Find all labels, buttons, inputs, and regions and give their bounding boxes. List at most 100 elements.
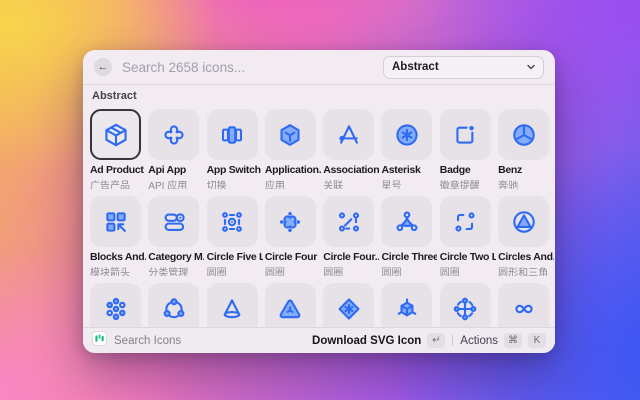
download-svg-label: Download SVG Icon	[312, 334, 422, 347]
icon-grid: Ad Product 广告产品 Api App API 应用 App Switch 切换 A…	[90, 109, 554, 327]
icon-label-en: Association	[323, 164, 380, 176]
icon-tile-circles-and-triangle[interactable]	[498, 196, 550, 247]
icon-cell: Circle Four... 圆圈	[323, 196, 379, 276]
icon-cell: Circle Two L... 圆圈	[439, 196, 496, 276]
circle-four-line-icon	[338, 211, 359, 232]
window-header: ← Abstract	[83, 50, 555, 84]
icon-tile-circle-three[interactable]	[381, 196, 433, 247]
icon-tile-triangle-attention[interactable]	[264, 283, 316, 327]
circle-four-icon	[280, 211, 301, 232]
search-input[interactable]	[122, 59, 373, 75]
icon-label-zh: 圆形和三角	[498, 268, 549, 276]
k-keycap: K	[528, 333, 546, 348]
command-keycap: ⌘	[504, 333, 522, 348]
icon-cell: Circle Four 圆圈	[264, 196, 317, 276]
icon-tile-circle-two-line[interactable]	[439, 196, 491, 247]
icon-label-en: App Switch	[206, 164, 261, 176]
icon-cell: Circle Three 圆圈	[381, 196, 437, 276]
chevron-down-icon	[527, 64, 535, 70]
actions-button[interactable]: Actions ⌘ K	[460, 333, 546, 348]
icon-tile-circle-five-line[interactable]	[206, 196, 258, 247]
results-area: Abstract Ad Product 广告产品 Api App API 应用 App …	[83, 85, 555, 327]
icon-tile-association[interactable]	[323, 109, 375, 160]
icon-label-en: Circle Two L...	[439, 251, 496, 263]
category-dropdown-value: Abstract	[392, 61, 439, 73]
icon-cell: Api App API 应用	[148, 109, 200, 189]
icon-cell	[439, 283, 491, 327]
icon-label-zh: 圆圈	[381, 268, 402, 276]
category-management-icon	[164, 212, 185, 231]
diamond-asterisk-icon	[338, 298, 360, 319]
icon-label-zh: 关联	[323, 181, 344, 189]
infinity-icon	[515, 304, 533, 313]
api-app-icon	[164, 125, 184, 144]
icon-tile-app-switch[interactable]	[206, 109, 258, 160]
icon-cell	[264, 283, 316, 327]
icon-tile-cone[interactable]	[206, 283, 258, 327]
icon-tile-asterisk[interactable]	[381, 109, 433, 160]
icon-label-zh: 圆圈	[264, 268, 285, 276]
icon-cell: Ad Product 广告产品	[90, 109, 144, 189]
icon-label-en: Circle Four	[264, 251, 318, 263]
icon-label-en: Badge	[439, 164, 471, 176]
cross-dots-icon	[453, 297, 477, 320]
icon-label-en: Category M...	[148, 251, 205, 263]
icon-label-zh: API 应用	[148, 181, 188, 189]
icon-cell: Badge 徽章提醒	[439, 109, 491, 189]
circle-three-icon	[396, 211, 418, 231]
icon-label-en: Circle Three	[381, 251, 438, 263]
icon-cell	[381, 283, 433, 327]
icon-label-zh: 分类管理	[148, 268, 189, 276]
triangle-attention-icon	[280, 299, 301, 318]
back-button[interactable]: ←	[94, 58, 112, 76]
icon-label-zh: 切换	[206, 181, 227, 189]
icon-tile-benz[interactable]	[498, 109, 550, 160]
icon-cell	[206, 283, 258, 327]
icon-tile-dots-seven[interactable]	[90, 283, 141, 327]
icon-label-zh: 应用	[264, 181, 285, 189]
icon-tile-cross-dots[interactable]	[439, 283, 491, 327]
icon-cell	[498, 283, 550, 327]
icon-label-zh: 奔驰	[498, 181, 519, 189]
icon-tile-badge[interactable]	[439, 109, 491, 160]
cone-icon	[223, 298, 241, 318]
icon-cell	[148, 283, 200, 327]
icon-cell	[90, 283, 141, 327]
icon-tile-share-three[interactable]	[148, 283, 200, 327]
footer-divider	[452, 335, 454, 346]
icon-label-zh: 圆圈	[323, 268, 344, 276]
benz-icon	[512, 123, 535, 146]
icon-label-en: Benz	[498, 164, 522, 176]
category-dropdown[interactable]: Abstract	[383, 55, 544, 79]
icon-label-en: Application...	[264, 164, 321, 176]
icon-tile-circle-four[interactable]	[264, 196, 316, 247]
icon-label-en: Api App	[148, 164, 187, 176]
icon-tile-blocks-and-arrows[interactable]	[90, 196, 141, 247]
icon-tile-api-app[interactable]	[148, 109, 200, 160]
circle-two-line-icon	[455, 211, 475, 232]
circles-and-triangle-icon	[512, 210, 535, 233]
download-svg-button[interactable]: Download SVG Icon ↵	[312, 333, 446, 348]
asterisk-icon	[396, 123, 418, 146]
icon-search-window: ← Abstract Abstract Ad Product 广告产品 Api Ap…	[83, 50, 555, 353]
footer-bar: Search Icons Download SVG Icon ↵ Actions…	[83, 327, 555, 353]
blocks-and-arrows-icon	[105, 211, 126, 232]
icon-cell: Blocks And... 模块箭头	[90, 196, 146, 276]
icon-label-zh: 徽章提醒	[439, 181, 480, 189]
icon-tile-infinity[interactable]	[498, 283, 550, 327]
app-logo-icon	[92, 330, 107, 351]
icon-tile-category-management[interactable]	[148, 196, 200, 247]
icon-cell: Benz 奔驰	[498, 109, 550, 189]
icon-tile-ad-product[interactable]	[90, 109, 141, 160]
actions-label: Actions	[460, 334, 498, 347]
footer-brand: Search Icons	[92, 330, 181, 351]
association-icon	[339, 124, 358, 144]
circle-five-line-icon	[222, 211, 243, 232]
icon-tile-application[interactable]	[264, 109, 316, 160]
icon-tile-cube-rays[interactable]	[381, 283, 433, 327]
icon-label-zh: 广告产品	[90, 181, 130, 189]
icon-tile-circle-four-line[interactable]	[323, 196, 375, 247]
dots-seven-icon	[105, 297, 126, 320]
icon-tile-diamond-asterisk[interactable]	[323, 283, 375, 327]
icon-label-en: Circles And...	[498, 251, 554, 263]
